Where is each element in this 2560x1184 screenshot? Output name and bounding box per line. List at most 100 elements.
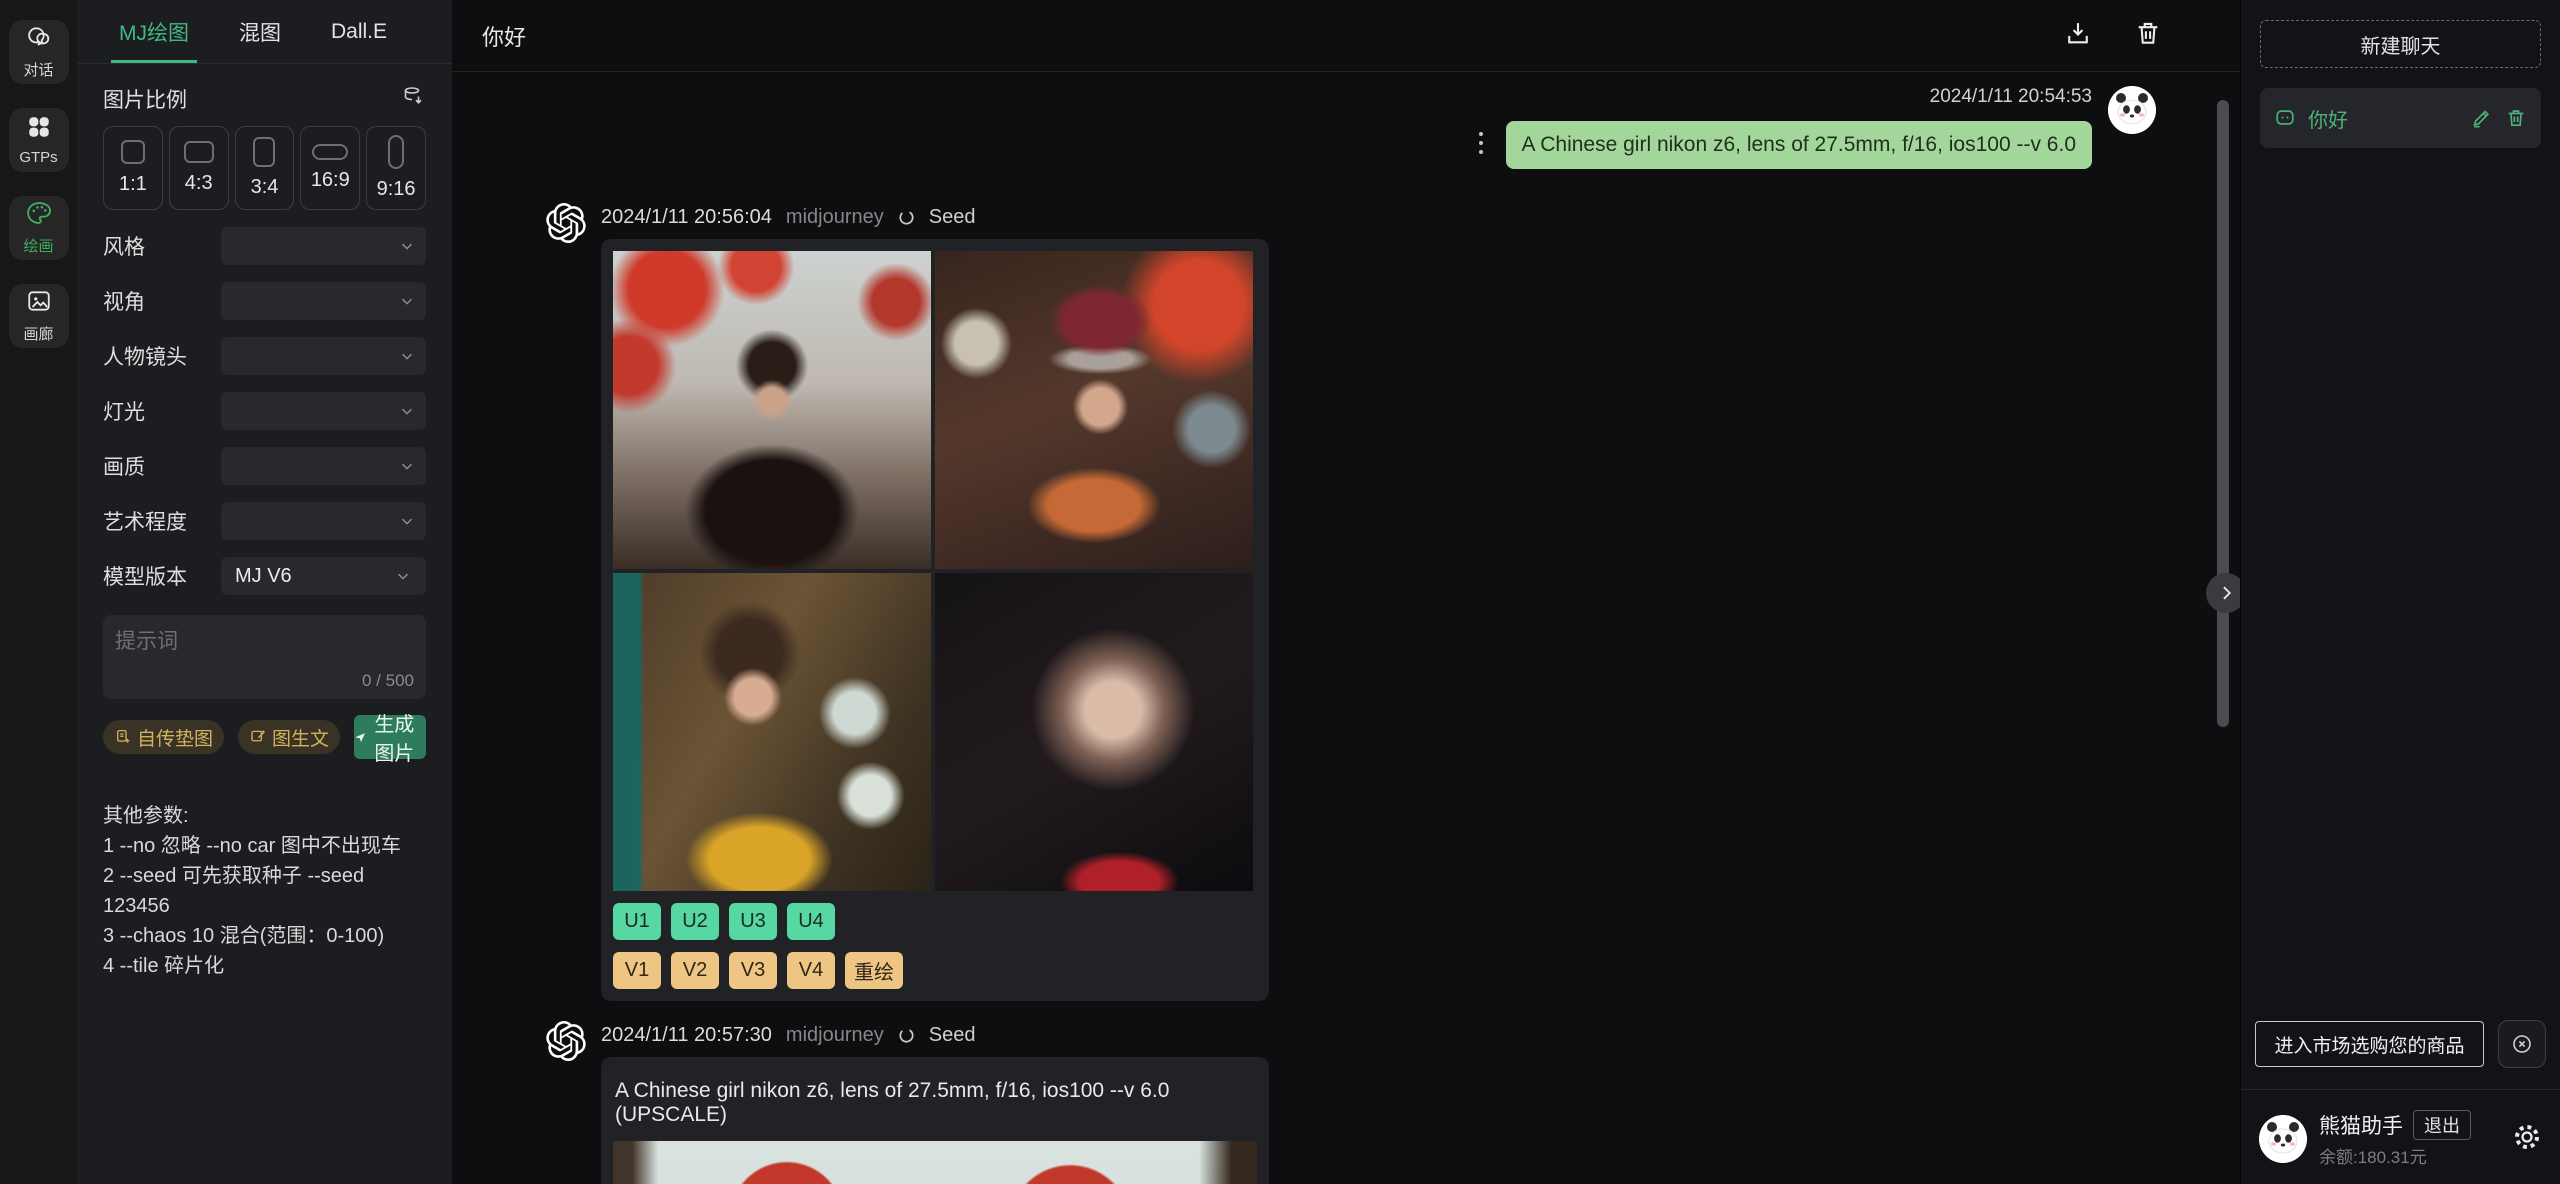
rail-item-gpts[interactable]: GTPs — [9, 108, 69, 172]
ratio-16-9[interactable]: 16:9 — [300, 126, 360, 210]
upscaled-image[interactable] — [613, 1141, 1257, 1184]
tab-dalle[interactable]: Dall.E — [331, 0, 387, 63]
rail-item-chat[interactable]: 对话 — [9, 20, 69, 84]
palette-icon — [26, 200, 52, 231]
chat-square-icon — [2274, 107, 2296, 129]
upscale-button-u2[interactable]: U2 — [671, 903, 719, 940]
chat-area: 你好 2024/1/11 20:54:53 — [452, 0, 2240, 1184]
variation-button-v2[interactable]: V2 — [671, 952, 719, 989]
ratio-3-4[interactable]: 3:4 — [235, 126, 295, 210]
upscale-button-u4[interactable]: U4 — [787, 903, 835, 940]
style-fields: 风格 视角 人物镜头 灯光 — [103, 227, 426, 595]
history-item-title: 你好 — [2308, 104, 2348, 133]
new-chat-button[interactable]: 新建聊天 — [2260, 20, 2541, 68]
settings-gear-icon[interactable] — [2512, 1122, 2542, 1157]
market-button[interactable]: 进入市场选购您的商品 — [2255, 1021, 2484, 1067]
upscale-prompt-text: A Chinese girl nikon z6, lens of 27.5mm,… — [615, 1079, 1255, 1127]
redraw-button[interactable]: 重绘 — [845, 952, 903, 989]
seed-icon[interactable] — [898, 1027, 915, 1044]
rail-item-gallery[interactable]: 画廊 — [9, 284, 69, 348]
generated-image-2[interactable] — [935, 251, 1253, 569]
upscale-button-u1[interactable]: U1 — [613, 903, 661, 940]
account-footer: 熊猫助手 退出 余额:180.31元 — [2241, 1110, 2560, 1168]
message-menu-icon[interactable] — [1472, 130, 1490, 161]
upscale-button-u3[interactable]: U3 — [729, 903, 777, 940]
generate-image-button[interactable]: 生成图片 — [354, 715, 426, 759]
upload-doc-icon — [114, 728, 132, 746]
bot-message-upscale: 2024/1/11 20:57:30 midjourney Seed A Chi… — [543, 1018, 1269, 1184]
history-item[interactable]: 你好 — [2260, 88, 2541, 148]
upload-base-image-button[interactable]: 自传垫图 — [103, 720, 224, 754]
artistry-select[interactable] — [221, 502, 426, 540]
variation-button-row: V1 V2 V3 V4 重绘 — [613, 952, 1257, 989]
seed-button[interactable]: Seed — [929, 206, 976, 229]
seed-button[interactable]: Seed — [929, 1024, 976, 1047]
ratio-shape — [253, 137, 275, 167]
ratio-shape — [184, 141, 214, 163]
chat-scrollbar[interactable] — [2217, 100, 2229, 727]
ratio-9-16[interactable]: 9:16 — [366, 126, 426, 210]
quality-select[interactable] — [221, 447, 426, 485]
image-grid — [613, 251, 1257, 891]
ratio-shape — [388, 135, 404, 169]
left-icon-rail: 对话 GTPs 绘画 — [0, 0, 77, 1184]
ratio-label: 4:3 — [185, 172, 213, 195]
ratio-shape — [312, 144, 348, 160]
ratio-shape — [121, 140, 145, 164]
ratio-label: 1:1 — [119, 173, 147, 196]
chevron-right-icon — [2216, 583, 2236, 603]
user-message-time: 2024/1/11 20:54:53 — [1930, 86, 2092, 108]
variation-button-v1[interactable]: V1 — [613, 952, 661, 989]
rail-item-label: 绘画 — [23, 235, 53, 256]
rail-item-draw[interactable]: 绘画 — [9, 196, 69, 260]
rail-item-label: GTPs — [19, 149, 57, 166]
account-avatar — [2259, 1115, 2307, 1163]
tab-mj-draw[interactable]: MJ绘图 — [119, 0, 189, 63]
ratio-4-3[interactable]: 4:3 — [169, 126, 229, 210]
image-to-text-button[interactable]: 图生文 — [238, 720, 340, 754]
seed-icon[interactable] — [898, 209, 915, 226]
draw-tool-panel: MJ绘图 混图 Dall.E 图片比例 1:1 4:3 — [77, 0, 452, 1184]
ratio-1-1[interactable]: 1:1 — [103, 126, 163, 210]
collapse-panel-button[interactable] — [2206, 573, 2240, 613]
lighting-select[interactable] — [221, 392, 426, 430]
image-to-text-icon — [249, 728, 267, 746]
field-label-quality: 画质 — [103, 451, 145, 481]
bot-message-time: 2024/1/11 20:56:04 — [601, 206, 772, 229]
generated-image-1[interactable] — [613, 251, 931, 569]
delete-chat-icon[interactable] — [2134, 19, 2162, 52]
chat-session-title: 你好 — [482, 20, 526, 52]
lens-select[interactable] — [221, 337, 426, 375]
session-panel: 新建聊天 你好 进入市场选购您的商品 — [2240, 0, 2560, 1184]
bot-avatar-openai — [543, 1018, 589, 1064]
chat-bubbles-icon — [26, 24, 52, 55]
tab-blend[interactable]: 混图 — [239, 0, 281, 63]
download-chat-icon[interactable] — [2064, 19, 2092, 52]
model-version-select[interactable]: MJ V6 — [221, 557, 426, 595]
generation-result-card: U1 U2 U3 U4 V1 V2 V3 V4 重绘 — [601, 239, 1269, 1001]
prompt-box: 0 / 500 — [103, 615, 426, 699]
delete-icon[interactable] — [2505, 107, 2527, 129]
generated-image-4[interactable] — [935, 573, 1253, 891]
prompt-input[interactable] — [103, 615, 426, 675]
upscale-button-row: U1 U2 U3 U4 — [613, 903, 1257, 940]
logout-button[interactable]: 退出 — [2413, 1110, 2471, 1140]
save-preset-icon[interactable] — [402, 85, 426, 114]
rail-item-label: 对话 — [23, 59, 53, 80]
generated-image-3[interactable] — [613, 573, 931, 891]
ratio-label: 9:16 — [377, 178, 416, 201]
four-squares-icon — [26, 114, 52, 145]
other-params-block: 其他参数: 1 --no 忽略 --no car 图中不出现车 2 --seed… — [103, 801, 426, 981]
param-line: 3 --chaos 10 混合(范围：0-100) — [103, 921, 426, 951]
rail-item-label: 画廊 — [23, 323, 53, 344]
variation-button-v4[interactable]: V4 — [787, 952, 835, 989]
circle-x-icon — [2510, 1032, 2534, 1056]
edit-icon[interactable] — [2470, 107, 2492, 129]
field-label-lighting: 灯光 — [103, 396, 145, 426]
variation-button-v3[interactable]: V3 — [729, 952, 777, 989]
angle-select[interactable] — [221, 282, 426, 320]
ratio-section-title: 图片比例 — [103, 84, 187, 114]
close-panel-button[interactable] — [2498, 1020, 2546, 1068]
style-select[interactable] — [221, 227, 426, 265]
account-balance: 余额:180.31元 — [2319, 1143, 2471, 1168]
